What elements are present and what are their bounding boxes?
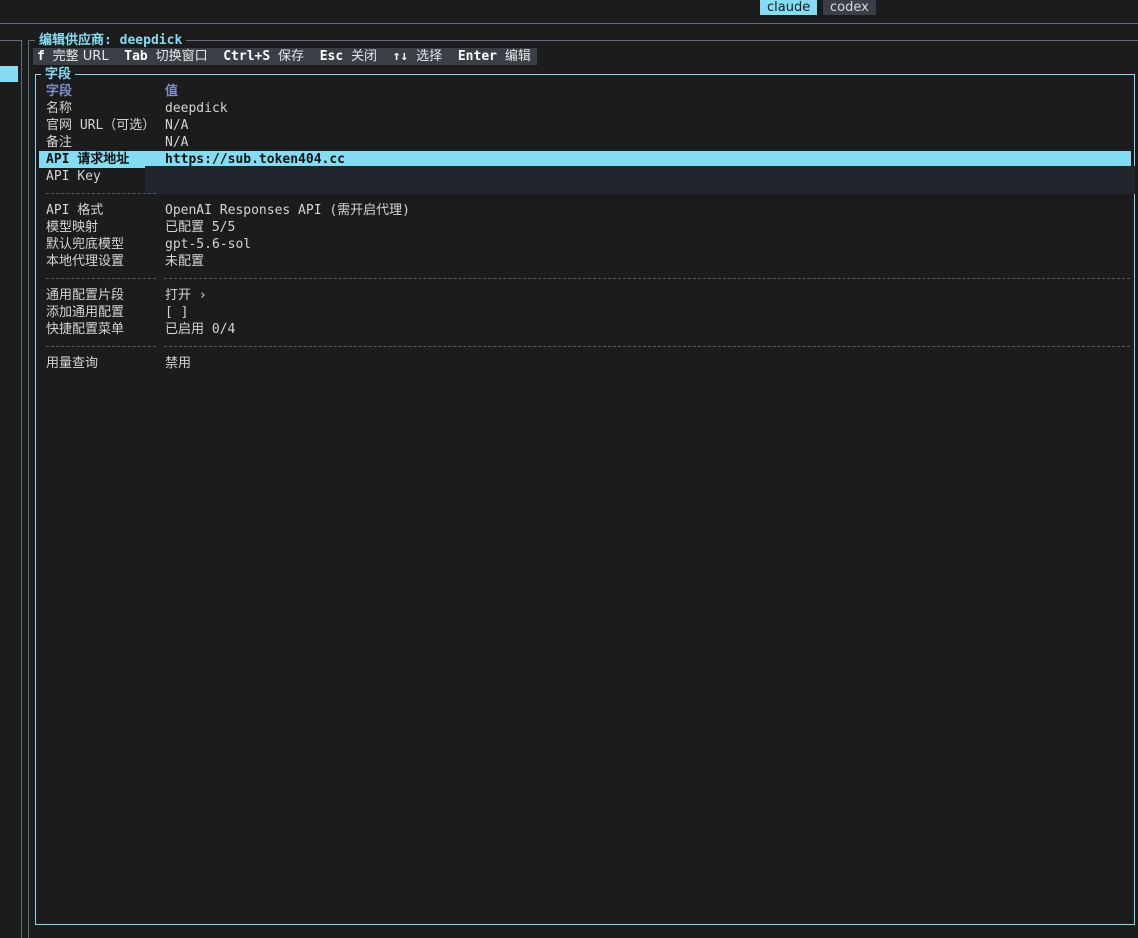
- field-label: 快捷配置菜单: [46, 322, 125, 337]
- field-label: API 请求地址: [46, 152, 130, 167]
- field-value: 打开 ›: [165, 288, 207, 303]
- field-value: 已配置 5/5: [165, 220, 236, 235]
- field-row-notes[interactable]: 备注 N/A: [39, 134, 1131, 151]
- field-row-add-common-config[interactable]: 添加通用配置 [ ]: [39, 304, 1131, 321]
- field-row-api-format[interactable]: API 格式 OpenAI Responses API (需开启代理): [39, 202, 1131, 219]
- group-divider: [46, 278, 156, 279]
- provider-list-pane: [0, 40, 22, 938]
- field-label: 官网 URL（可选）: [46, 118, 156, 133]
- column-header-field: 字段: [46, 84, 73, 99]
- editor-title: 编辑供应商: deepdick: [35, 32, 187, 49]
- group-divider: [164, 346, 1130, 347]
- shortcut-desc-switch-window: 切换窗口: [155, 49, 208, 64]
- field-value: [ ]: [165, 305, 189, 320]
- field-value: N/A: [165, 118, 189, 133]
- tab-claude[interactable]: claude: [760, 0, 818, 15]
- field-label: API 格式: [46, 203, 104, 218]
- shortcut-desc-edit: 编辑: [504, 49, 531, 64]
- field-label: 通用配置片段: [46, 288, 125, 303]
- field-label: 默认兜底模型: [46, 237, 125, 252]
- group-divider: [46, 193, 156, 194]
- shortcut-key-close: Esc: [319, 49, 344, 64]
- field-value: OpenAI Responses API (需开启代理): [165, 203, 411, 218]
- field-label: 备注: [46, 135, 73, 150]
- field-row-model-mapping[interactable]: 模型映射 已配置 5/5: [39, 219, 1131, 236]
- shortcut-desc-select: 选择: [416, 49, 443, 64]
- field-label: 添加通用配置: [46, 305, 125, 320]
- tab-codex[interactable]: codex: [823, 0, 876, 15]
- field-value: 禁用: [165, 356, 192, 371]
- field-value: deepdick: [165, 101, 228, 116]
- shortcut-key-switch-window: Tab: [124, 49, 148, 64]
- field-label: API Key: [46, 169, 101, 184]
- fields-panel-title: 字段: [41, 66, 76, 83]
- top-tab-bar: [0, 0, 1138, 24]
- field-row-common-snippet[interactable]: 通用配置片段 打开 ›: [39, 287, 1131, 304]
- shortcut-key-full-url: f: [37, 49, 45, 64]
- field-value: 未配置: [165, 254, 205, 269]
- field-row-local-proxy[interactable]: 本地代理设置 未配置: [39, 253, 1131, 270]
- group-divider: [164, 278, 1130, 279]
- field-row-usage-query[interactable]: 用量查询 禁用: [39, 355, 1131, 372]
- field-label: 用量查询: [46, 356, 99, 371]
- url-preview-overlay: [145, 166, 1135, 194]
- column-header-value: 值: [165, 84, 179, 99]
- shortcut-desc-save: 保存: [278, 49, 305, 64]
- field-label: 模型映射: [46, 220, 99, 235]
- field-label: 名称: [46, 101, 73, 116]
- field-row-quick-config-menu[interactable]: 快捷配置菜单 已启用 0/4: [39, 321, 1131, 338]
- shortcut-desc-close: 关闭: [351, 49, 378, 64]
- field-value: gpt-5.6-sol: [165, 237, 252, 252]
- field-value: 已启用 0/4: [165, 322, 236, 337]
- shortcut-desc-full-url: 完整 URL: [52, 49, 109, 64]
- field-row-name[interactable]: 名称 deepdick: [39, 100, 1131, 117]
- shortcut-bar: f 完整 URL Tab 切换窗口 Ctrl+S 保存 Esc 关闭 ↑↓ 选择…: [33, 48, 537, 65]
- shortcut-key-select: ↑↓: [392, 49, 409, 64]
- field-row-website-url[interactable]: 官网 URL（可选） N/A: [39, 117, 1131, 134]
- field-label: 本地代理设置: [46, 254, 125, 269]
- field-value: N/A: [165, 135, 189, 150]
- shortcut-key-save: Ctrl+S: [223, 49, 271, 64]
- group-divider: [46, 346, 156, 347]
- provider-list-selected-item[interactable]: [0, 66, 18, 82]
- shortcut-key-edit: Enter: [457, 49, 497, 64]
- field-row-default-model[interactable]: 默认兜底模型 gpt-5.6-sol: [39, 236, 1131, 253]
